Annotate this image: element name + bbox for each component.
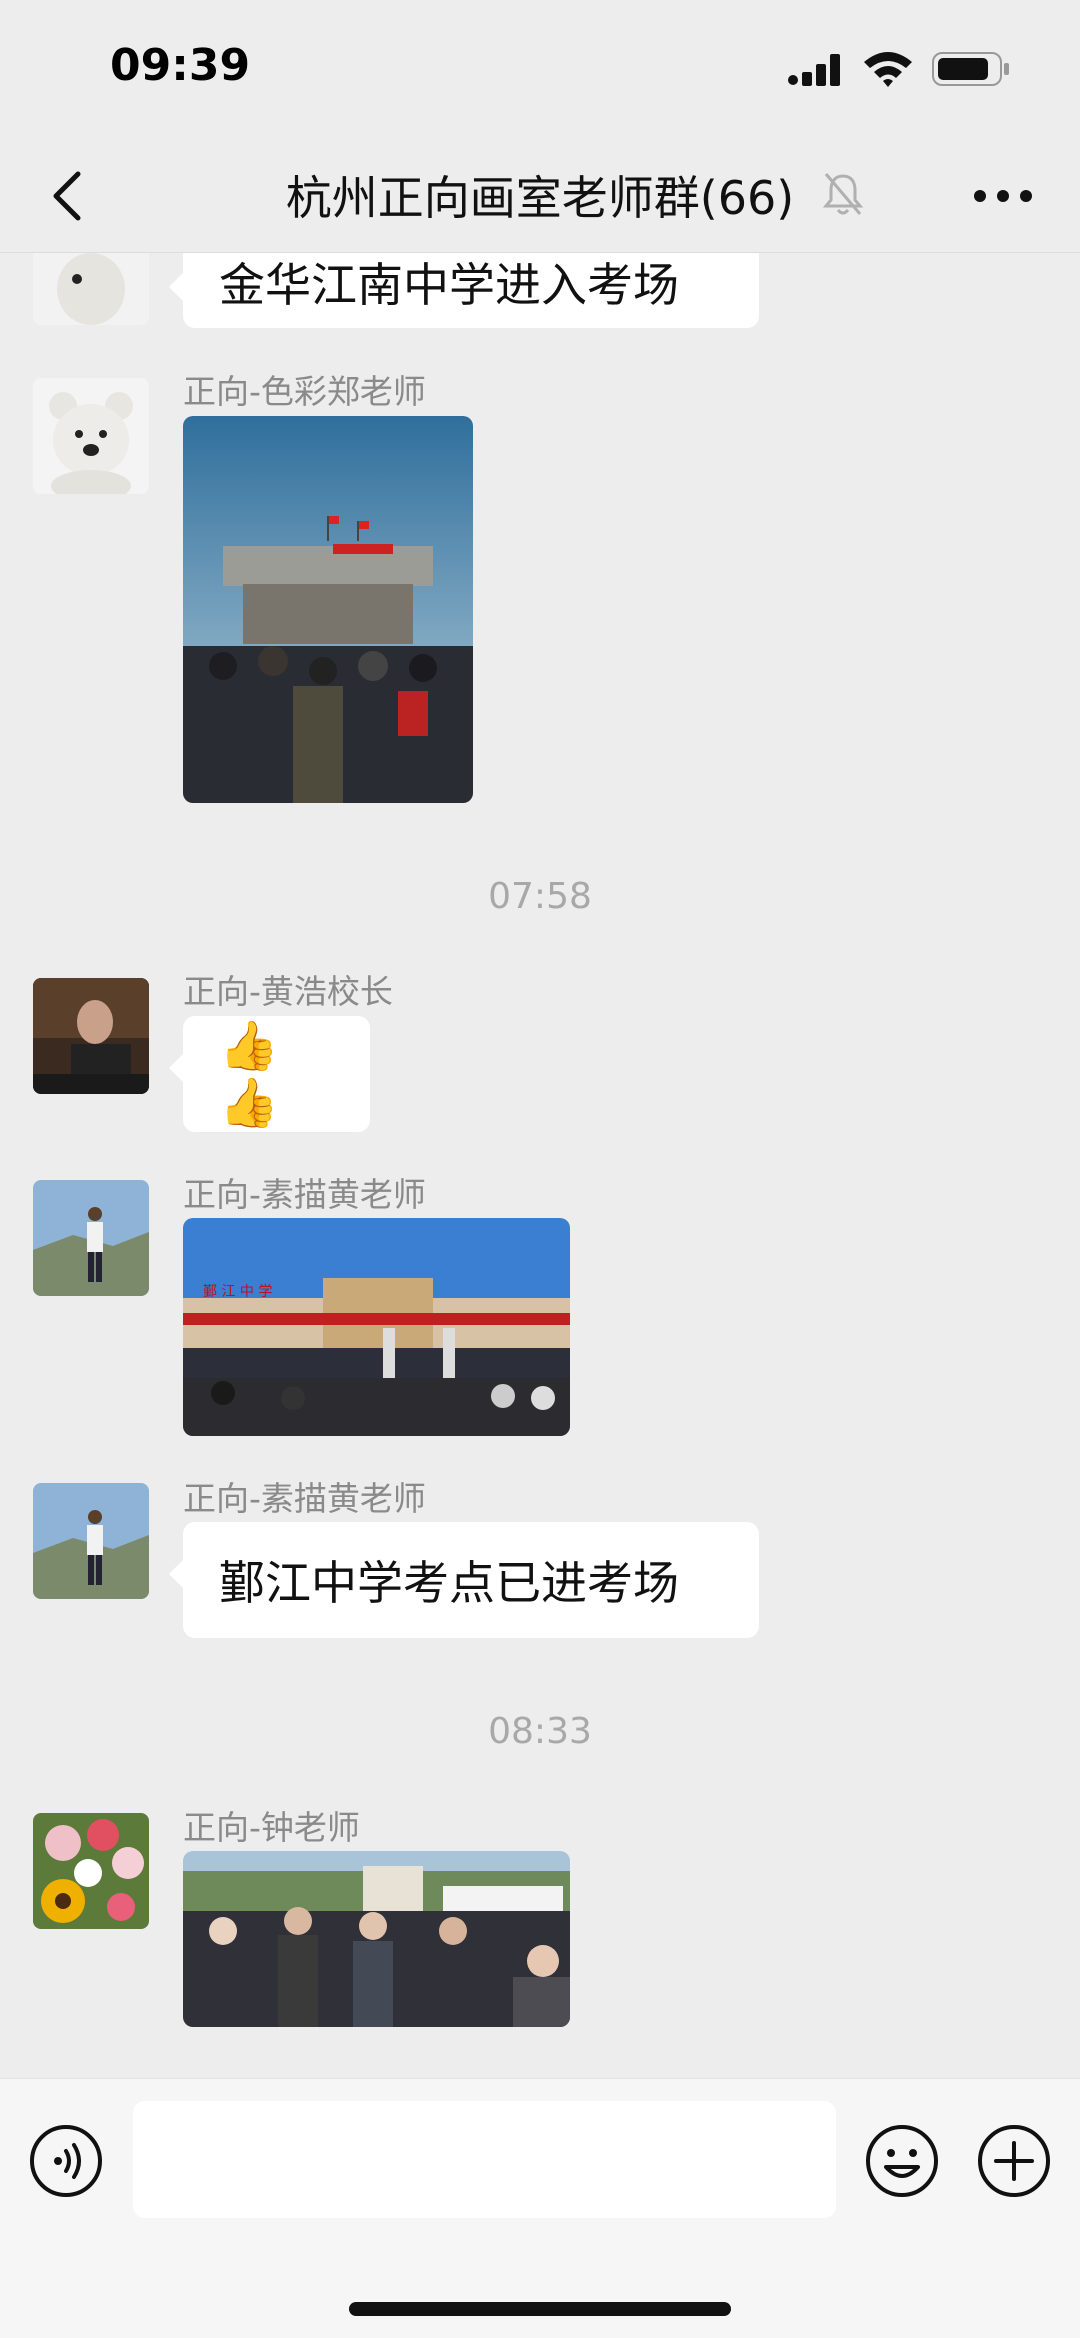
more-options-icon[interactable] xyxy=(970,166,1036,226)
group-title: 杭州正向画室老师群(66) xyxy=(285,171,795,225)
cellular-signal-icon xyxy=(788,54,840,86)
status-time: 09:39 xyxy=(110,40,251,91)
photo-message[interactable] xyxy=(183,416,473,803)
status-bar: 09:39 xyxy=(0,0,1080,140)
avatar[interactable] xyxy=(33,1180,149,1296)
plus-icon[interactable] xyxy=(976,2123,1052,2199)
sender-name: 正向-色彩郑老师 xyxy=(183,372,426,411)
message-text: 鄞江中学考点已进考场 xyxy=(219,1556,679,1610)
message-bubble[interactable]: 👍👍 xyxy=(169,1016,370,1132)
photo-message[interactable] xyxy=(183,1851,570,2027)
smiley-icon[interactable] xyxy=(864,2123,940,2199)
home-indicator xyxy=(349,2302,731,2316)
sender-name: 正向-素描黄老师 xyxy=(183,1175,426,1214)
bell-off-icon xyxy=(822,173,864,215)
message-text: 金华江南中学进入考场 xyxy=(219,257,679,312)
sender-name: 正向-黄浩校长 xyxy=(183,972,393,1011)
avatar[interactable] xyxy=(33,1813,149,1929)
wifi-icon xyxy=(864,52,912,87)
timestamp: 08:33 xyxy=(488,1711,592,1752)
sender-name: 正向-素描黄老师 xyxy=(183,1479,426,1518)
timestamp: 07:58 xyxy=(488,876,592,917)
avatar[interactable] xyxy=(33,1483,149,1599)
avatar[interactable] xyxy=(33,978,149,1094)
avatar[interactable] xyxy=(33,378,149,494)
message-list[interactable]: 金华江南中学进入考场 正向-色彩郑老师 07:58 正向-黄浩校长 👍👍 正向-… xyxy=(0,253,1080,2078)
avatar[interactable] xyxy=(33,253,149,325)
input-toolbar xyxy=(0,2078,1080,2338)
message-input[interactable] xyxy=(133,2101,836,2218)
voice-icon[interactable] xyxy=(28,2123,104,2199)
chat-header: 杭州正向画室老师群(66) xyxy=(0,140,1080,253)
gate-sign: 鄞 江 中 学 xyxy=(203,1284,272,1300)
message-bubble[interactable]: 金华江南中学进入考场 xyxy=(169,253,759,328)
message-bubble[interactable]: 鄞江中学考点已进考场 xyxy=(169,1522,759,1638)
sender-name: 正向-钟老师 xyxy=(183,1808,360,1847)
battery-icon xyxy=(932,52,1009,86)
photo-message[interactable]: 鄞 江 中 学 xyxy=(183,1218,570,1436)
emoji-text: 👍👍 xyxy=(219,1018,279,1131)
